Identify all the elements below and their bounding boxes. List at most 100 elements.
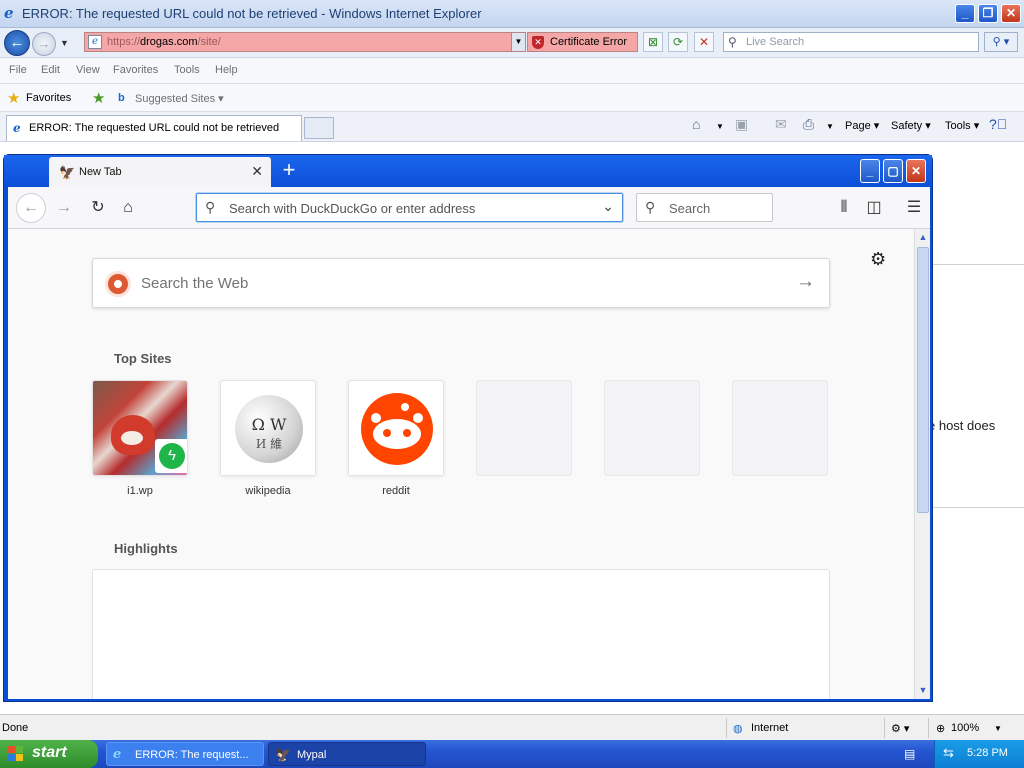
top-sites-title: Top Sites: [114, 351, 172, 366]
status-text: Done: [2, 722, 29, 734]
recent-pages-dropdown[interactable]: ▼: [60, 38, 69, 48]
mypal-maximize-button[interactable]: ▢: [883, 159, 903, 183]
zoom-level[interactable]: 100%: [951, 722, 979, 734]
ie-navigation-bar: ← → ▼ e https://drogas.com/site/ ▼ ✕ Cer…: [0, 28, 1024, 58]
live-search-input[interactable]: ⚲ Live Search: [723, 32, 979, 52]
ie-status-bar: Done ◍ Internet ⚙ ▾ ⊕ 100% ▼: [0, 714, 1024, 740]
suggested-sites-button[interactable]: Suggested Sites ▾: [135, 92, 224, 105]
clock[interactable]: 5:28 PM: [967, 747, 1008, 759]
search-icon: ⚲: [205, 199, 216, 215]
feeds-icon[interactable]: ▣: [735, 116, 748, 133]
lightning-icon: ϟ: [159, 443, 185, 469]
mypal-minimize-button[interactable]: _: [860, 159, 880, 183]
add-favorite-icon[interactable]: ★: [92, 89, 105, 107]
mypal-forward-button[interactable]: →: [50, 195, 78, 221]
error-page-text: e host does: [928, 418, 996, 433]
mypal-url-input[interactable]: ⚲ Search with DuckDuckGo or enter addres…: [196, 193, 623, 222]
chevron-down-icon[interactable]: ⌄: [602, 198, 614, 215]
ie-favorites-bar: ★ Favorites ★ b Suggested Sites ▾: [0, 84, 1024, 112]
menu-file[interactable]: File: [9, 64, 27, 76]
close-tab-icon[interactable]: ✕: [251, 163, 263, 180]
page-menu-button[interactable]: Page ▾: [845, 119, 879, 132]
ie-tab-row: e ERROR: The requested URL could not be …: [0, 112, 1024, 142]
ie-menu-bar: File Edit View Favorites Tools Help: [0, 58, 1024, 84]
ie-logo-icon: e: [4, 4, 14, 22]
print-icon[interactable]: ⎙: [803, 116, 814, 133]
i1wp-thumbnail: ϟ: [92, 380, 188, 476]
gear-icon[interactable]: ⚙: [870, 249, 886, 270]
home-dropdown[interactable]: ▼: [716, 122, 724, 131]
menu-help[interactable]: Help: [215, 64, 238, 76]
mypal-search-input[interactable]: ⚲ Search: [636, 193, 773, 222]
reddit-icon: [348, 380, 444, 476]
library-icon[interactable]: ⫴: [830, 195, 858, 221]
new-tab-button[interactable]: +: [278, 159, 300, 183]
ie-window-title: ERROR: The requested URL could not be re…: [22, 6, 482, 21]
taskbar-item-ie[interactable]: e ERROR: The request...: [106, 742, 264, 766]
mypal-toolbar: ← → ↻ ⌂ ⚲ Search with DuckDuckGo or ente…: [8, 187, 930, 229]
sidebar-icon[interactable]: ◫: [860, 195, 888, 221]
scrollbar-thumb[interactable]: [917, 247, 929, 513]
search-web-input[interactable]: Search the Web →: [92, 258, 830, 308]
duckduckgo-icon: [105, 271, 131, 297]
mypal-back-button[interactable]: ←: [16, 193, 46, 223]
ie-page-icon: e: [13, 121, 21, 135]
tools-menu-button[interactable]: Tools ▾: [945, 119, 979, 132]
home-icon[interactable]: ⌂: [692, 116, 700, 132]
address-bar[interactable]: e https://drogas.com/site/ ▼: [84, 32, 526, 52]
mypal-window: 🦅 New Tab ✕ + _ ▢ ✕ ← → ↻ ⌂ ⚲ Search wit…: [3, 154, 933, 702]
menu-view[interactable]: View: [76, 64, 100, 76]
zoom-icon: ⊕: [936, 723, 946, 735]
globe-icon: ◍: [733, 723, 743, 735]
taskbar-item-mypal[interactable]: 🦅 Mypal: [268, 742, 426, 766]
ie-tab-active[interactable]: e ERROR: The requested URL could not be …: [6, 115, 302, 141]
zoom-dropdown[interactable]: ▼: [994, 724, 1002, 733]
scroll-down-icon[interactable]: ▼: [917, 685, 929, 695]
menu-favorites[interactable]: Favorites: [113, 64, 158, 76]
keyboard-icon[interactable]: ▤: [904, 747, 915, 761]
network-icon[interactable]: ⇆: [943, 745, 954, 761]
help-icon[interactable]: ?⃝: [989, 116, 1007, 132]
mypal-bird-icon: 🦅: [59, 165, 76, 180]
start-button[interactable]: start: [0, 740, 98, 768]
scroll-up-icon[interactable]: ▲: [917, 232, 929, 242]
menu-edit[interactable]: Edit: [41, 64, 60, 76]
ie-titlebar: e ERROR: The requested URL could not be …: [0, 0, 1024, 28]
mypal-home-button[interactable]: ⌂: [114, 195, 142, 221]
live-search-go-button[interactable]: ⚲ ▾: [984, 32, 1018, 52]
safety-menu-button[interactable]: Safety ▾: [891, 119, 931, 132]
read-mail-icon[interactable]: ✉: [775, 116, 787, 133]
arrow-right-icon[interactable]: →: [796, 271, 815, 293]
error-page-band: [930, 264, 1024, 508]
ie-taskbar-icon: e: [113, 747, 122, 762]
mypal-reload-button[interactable]: ↻: [84, 195, 112, 221]
menu-tools[interactable]: Tools: [174, 64, 200, 76]
mypal-close-button[interactable]: ✕: [906, 159, 926, 183]
minimize-button[interactable]: _: [955, 4, 975, 23]
mypal-scrollbar[interactable]: ▲ ▼: [914, 229, 930, 699]
tab-new-tab[interactable]: 🦅 New Tab ✕: [49, 157, 271, 187]
protected-mode-icon[interactable]: ⚙ ▾: [891, 722, 909, 735]
highlights-panel: [92, 569, 830, 699]
address-url: https://drogas.com/site/: [107, 36, 221, 48]
highlights-title: Highlights: [114, 541, 178, 556]
favorites-button[interactable]: Favorites: [26, 92, 71, 104]
close-button[interactable]: ✕: [1001, 4, 1021, 23]
back-button[interactable]: ←: [4, 30, 30, 56]
menu-hamburger-icon[interactable]: ☰: [900, 195, 928, 221]
stop-button[interactable]: ✕: [694, 32, 714, 52]
certificate-error-button[interactable]: ✕ Certificate Error: [527, 32, 638, 52]
refresh-button[interactable]: ⟳: [668, 32, 688, 52]
maximize-button[interactable]: ❐: [978, 4, 998, 23]
print-dropdown[interactable]: ▼: [826, 122, 834, 131]
forward-button[interactable]: →: [32, 32, 56, 56]
page-icon: e: [88, 35, 102, 49]
address-dropdown[interactable]: ▼: [511, 33, 525, 51]
system-tray: ⇆ 5:28 PM: [934, 740, 1024, 768]
compatibility-view-button[interactable]: ⊠: [643, 32, 663, 52]
new-tab-page: ⚙ Search the Web → Top Sites ϟ i1.wp Ω W…: [8, 229, 914, 699]
ie-new-tab-button[interactable]: [304, 117, 334, 139]
taskbar: start e ERROR: The request... 🦅 Mypal ▤ …: [0, 740, 1024, 768]
bing-icon: b: [118, 92, 125, 104]
favorites-star-icon: ★: [7, 90, 21, 107]
